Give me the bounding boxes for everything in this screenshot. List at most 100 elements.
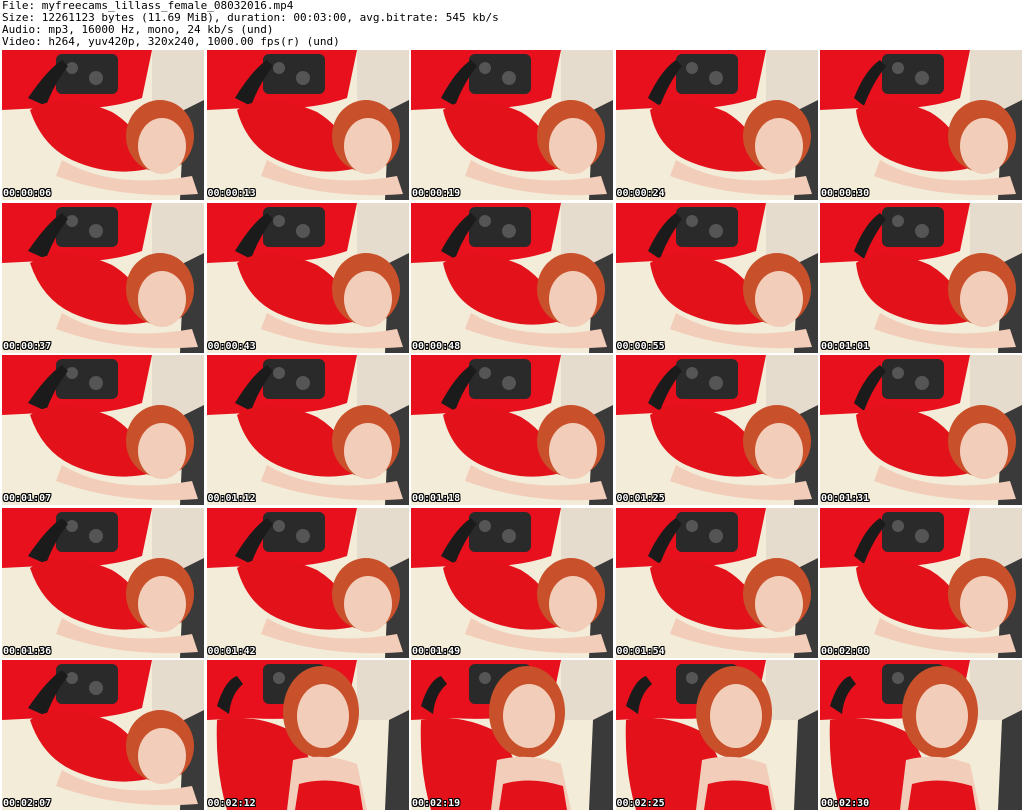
pillow-pattern xyxy=(685,367,698,379)
thumbnail-image xyxy=(615,355,818,505)
pillow-pattern xyxy=(295,223,310,238)
timestamp-label: 00:00:55 xyxy=(616,340,665,352)
video-thumbnail: 00:00:30 xyxy=(820,50,1022,200)
timestamp-label: 00:00:24 xyxy=(616,188,665,199)
pillow xyxy=(675,359,738,399)
dress-top xyxy=(703,780,772,810)
video-thumbnail: 00:02:25 xyxy=(615,660,818,810)
video-thumbnail: 00:00:13 xyxy=(206,50,409,200)
thumbnail-image xyxy=(411,202,613,353)
pillow xyxy=(469,359,531,399)
pillow-pattern xyxy=(479,519,491,532)
thumbnail-image xyxy=(411,507,613,658)
pillow-pattern xyxy=(892,672,904,684)
pillow-pattern xyxy=(915,71,929,85)
pillow xyxy=(469,54,531,94)
pillow xyxy=(56,54,118,94)
pillow xyxy=(675,54,738,94)
video-info-line: Video: h264, yuv420p, 320x240, 1000.00 f… xyxy=(2,35,340,48)
video-thumbnail: 00:02:19 xyxy=(411,660,613,810)
pillow-pattern xyxy=(708,528,723,543)
timestamp-label: 00:01:12 xyxy=(207,493,256,504)
pillow-pattern xyxy=(479,62,491,74)
video-thumbnail: 00:00:55 xyxy=(615,202,818,353)
thumbnail-image xyxy=(2,50,204,200)
pillow-pattern xyxy=(479,367,491,379)
pillow-pattern xyxy=(272,62,285,74)
thumbnail-image xyxy=(206,507,409,658)
timestamp-label: 00:01:36 xyxy=(3,645,52,657)
pillow xyxy=(56,359,118,399)
timestamp-label: 00:00:19 xyxy=(412,188,461,199)
thumbnail-image xyxy=(820,50,1022,200)
pillow xyxy=(882,511,944,552)
video-thumbnail: 00:01:31 xyxy=(820,355,1022,505)
face xyxy=(754,270,803,327)
face xyxy=(960,270,1008,327)
pillow-pattern xyxy=(685,519,698,532)
pillow-pattern xyxy=(66,214,78,227)
pillow-pattern xyxy=(502,376,516,390)
pillow-pattern xyxy=(892,367,904,379)
face xyxy=(960,423,1008,479)
thumbnail-image xyxy=(2,507,204,658)
video-thumbnail: 00:00:48 xyxy=(411,202,613,353)
video-thumbnail: 00:02:30 xyxy=(820,660,1022,810)
timestamp-label: 00:00:06 xyxy=(3,188,52,199)
pillow-pattern xyxy=(892,214,904,227)
pillow-pattern xyxy=(685,62,698,74)
video-thumbnail: 00:00:06 xyxy=(2,50,204,200)
pillow-pattern xyxy=(892,519,904,532)
thumbnail-image xyxy=(615,50,818,200)
pillow xyxy=(262,54,325,94)
pillow xyxy=(882,54,944,94)
face xyxy=(754,423,803,479)
timestamp-label: 00:02:07 xyxy=(3,798,52,809)
video-thumbnail: 00:01:42 xyxy=(206,507,409,658)
timestamp-label: 00:01:31 xyxy=(821,493,870,504)
face xyxy=(916,684,968,748)
timestamp-label: 00:01:54 xyxy=(616,645,665,657)
pillow xyxy=(262,206,325,247)
timestamp-label: 00:02:30 xyxy=(821,798,870,809)
timestamp-label: 00:00:43 xyxy=(207,340,256,352)
pillow xyxy=(675,511,738,552)
pillow-pattern xyxy=(89,376,103,390)
pillow xyxy=(56,511,118,552)
video-thumbnail: 00:00:43 xyxy=(206,202,409,353)
video-thumbnail: 00:02:00 xyxy=(820,507,1022,658)
video-thumbnail: 00:00:19 xyxy=(411,50,613,200)
thumbnail-image xyxy=(615,660,818,810)
thumbnail-image xyxy=(820,507,1022,658)
pillow-pattern xyxy=(295,376,310,390)
timestamp-label: 00:00:37 xyxy=(3,340,52,352)
timestamp-label: 00:02:12 xyxy=(207,798,256,809)
pillow-pattern xyxy=(708,71,723,85)
timestamp-label: 00:01:01 xyxy=(821,340,870,352)
video-thumbnail: 00:01:25 xyxy=(615,355,818,505)
file-info-header: File: myfreecams_lillass_female_08032016… xyxy=(0,0,1024,50)
face xyxy=(503,684,555,748)
face xyxy=(138,575,186,632)
thumbnail-grid: 00:00:06 00:00:13 00:00:19 00:00:24 00:00:30… xyxy=(2,50,1022,810)
dress-top xyxy=(908,780,976,810)
pillow xyxy=(469,206,531,247)
pillow-pattern xyxy=(892,62,904,74)
pillow xyxy=(882,206,944,247)
thumbnail-image xyxy=(2,355,204,505)
pillow-pattern xyxy=(66,672,78,684)
face xyxy=(138,728,186,784)
pillow-pattern xyxy=(89,223,103,238)
video-thumbnail: 00:01:54 xyxy=(615,507,818,658)
thumbnail-image xyxy=(206,355,409,505)
pillow-pattern xyxy=(708,376,723,390)
thumbnail-image xyxy=(411,355,613,505)
face xyxy=(138,423,186,479)
face xyxy=(549,575,597,632)
face xyxy=(549,270,597,327)
timestamp-label: 00:00:30 xyxy=(821,188,870,199)
pillow xyxy=(882,359,944,399)
pillow-pattern xyxy=(272,214,285,227)
side-wall xyxy=(561,660,613,720)
pillow-pattern xyxy=(685,672,698,684)
